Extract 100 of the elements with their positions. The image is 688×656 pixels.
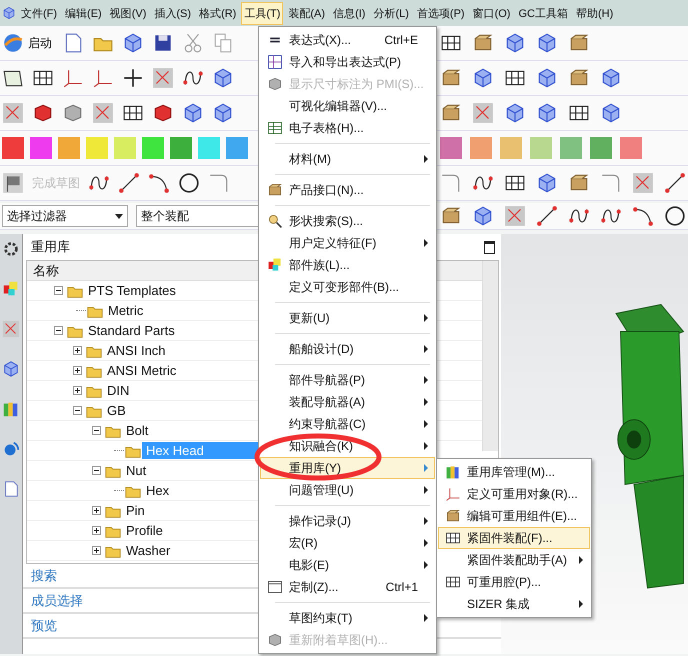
color-swatch[interactable]: [530, 137, 552, 159]
color-swatch[interactable]: [440, 137, 462, 159]
menu-item[interactable]: 形状搜索(S)...: [260, 210, 435, 232]
crossed-box-icon[interactable]: [2, 320, 20, 338]
globe-icon[interactable]: [2, 32, 24, 54]
cube-icon[interactable]: [504, 102, 526, 124]
menu-item[interactable]: 部件导航器(P): [260, 369, 435, 391]
menu-item[interactable]: 产品接口(N)...: [260, 179, 435, 201]
cube-icon[interactable]: [182, 102, 204, 124]
cube-icon[interactable]: [122, 32, 144, 54]
tree-item[interactable]: Pin: [122, 502, 149, 519]
selection-filter-dropdown[interactable]: 选择过滤器: [2, 205, 128, 227]
menu-item[interactable]: 格式(R): [196, 2, 240, 24]
circle-icon[interactable]: [664, 205, 686, 227]
cube-icon[interactable]: [152, 102, 174, 124]
menu-item[interactable]: 用户定义特征(F): [260, 232, 435, 254]
expand-icon[interactable]: [92, 506, 101, 515]
tree-item[interactable]: ANSI Inch: [103, 342, 170, 359]
tree-item[interactable]: ANSI Metric: [103, 362, 180, 379]
menu-item[interactable]: 视图(V): [106, 2, 150, 24]
menu-item[interactable]: 分析(L): [370, 2, 412, 24]
color-swatch[interactable]: [170, 137, 192, 159]
crossed-box-icon[interactable]: [632, 172, 654, 194]
collapse-icon[interactable]: [54, 326, 63, 335]
menu-item[interactable]: 编辑可重用组件(E)...: [438, 505, 590, 527]
arc-icon[interactable]: [632, 205, 654, 227]
tree-item[interactable]: Metric: [104, 302, 148, 319]
tree-item[interactable]: PTS Templates: [84, 282, 180, 299]
menu-item[interactable]: 紧固件装配(F)...: [438, 527, 590, 549]
cube-icon[interactable]: [600, 67, 622, 89]
menu-item[interactable]: 工具(T): [241, 2, 284, 24]
menu-item[interactable]: 草图约束(T): [260, 607, 435, 629]
color-swatch[interactable]: [86, 137, 108, 159]
menu-item[interactable]: 装配(A): [285, 2, 328, 24]
menu-item[interactable]: 电影(E): [260, 554, 435, 576]
color-swatch[interactable]: [500, 137, 522, 159]
corner-icon[interactable]: [208, 172, 230, 194]
gear-icon[interactable]: [2, 240, 20, 258]
cube-icon[interactable]: [2, 360, 20, 378]
menu-item[interactable]: 窗口(O): [470, 2, 514, 24]
tree-item[interactable]: Standard Parts: [84, 322, 179, 339]
scrollbar[interactable]: [482, 261, 498, 451]
flag-icon[interactable]: [2, 172, 24, 194]
color-swatch[interactable]: [590, 137, 612, 159]
info-icon[interactable]: [2, 440, 20, 458]
menu-item[interactable]: 首选项(P): [414, 2, 468, 24]
menu-item[interactable]: SIZER 集成: [438, 593, 590, 615]
menu-item[interactable]: 导入和导出表达式(P): [260, 51, 435, 73]
color-swatch[interactable]: [226, 137, 248, 159]
crossed-box-icon[interactable]: [152, 67, 174, 89]
menu-item[interactable]: 文件(F): [18, 2, 60, 24]
expand-icon[interactable]: [92, 546, 101, 555]
document-icon[interactable]: [2, 480, 20, 498]
crossed-box-icon[interactable]: [92, 102, 114, 124]
color-swatch[interactable]: [198, 137, 220, 159]
menu-item[interactable]: 电子表格(H)...: [260, 117, 435, 139]
color-swatch[interactable]: [58, 137, 80, 159]
assembly-scope-dropdown[interactable]: 整个装配: [136, 205, 258, 227]
menu-item[interactable]: 表达式(X)... Ctrl+E: [260, 29, 435, 51]
overlapping-squares-icon[interactable]: [2, 280, 20, 298]
color-swatch[interactable]: [2, 137, 24, 159]
expand-icon[interactable]: [73, 346, 82, 355]
color-swatch[interactable]: [114, 137, 136, 159]
cube-icon[interactable]: [32, 102, 54, 124]
menu-item[interactable]: 宏(R): [260, 532, 435, 554]
circle-icon[interactable]: [178, 172, 200, 194]
menu-item[interactable]: 问题管理(U): [260, 479, 435, 501]
collapse-icon[interactable]: [92, 426, 101, 435]
menu-item[interactable]: 定义可重用对象(R)...: [438, 483, 590, 505]
color-swatch[interactable]: [142, 137, 164, 159]
menu-item[interactable]: 编辑(E): [62, 2, 105, 24]
cube-icon[interactable]: [62, 102, 84, 124]
color-swatch[interactable]: [620, 137, 642, 159]
cube-icon[interactable]: [472, 205, 494, 227]
color-swatch[interactable]: [560, 137, 582, 159]
cube-icon[interactable]: [536, 172, 558, 194]
tree-item[interactable]: Profile: [122, 522, 167, 539]
line-icon[interactable]: [536, 205, 558, 227]
menu-item[interactable]: 船舶设计(D): [260, 338, 435, 360]
menu-item[interactable]: 材料(M): [260, 148, 435, 170]
menu-item[interactable]: 约束导航器(C): [260, 413, 435, 435]
tree-item[interactable]: GB: [103, 402, 130, 419]
tree-item[interactable]: DIN: [103, 382, 134, 399]
cube-icon[interactable]: [536, 102, 558, 124]
start-button[interactable]: 启动: [26, 32, 54, 54]
line-icon[interactable]: [664, 172, 686, 194]
menu-item[interactable]: 定制(Z)... Ctrl+1: [260, 576, 435, 598]
cube-icon[interactable]: [504, 32, 526, 54]
cube-icon[interactable]: [600, 102, 622, 124]
color-swatch[interactable]: [470, 137, 492, 159]
arc-icon[interactable]: [148, 172, 170, 194]
cube-icon[interactable]: [536, 67, 558, 89]
expand-icon[interactable]: [92, 526, 101, 535]
cube-icon[interactable]: [472, 67, 494, 89]
menu-item[interactable]: 知识融合(K): [260, 435, 435, 457]
menu-item[interactable]: 帮助(H): [572, 2, 616, 24]
collapse-icon[interactable]: [73, 406, 82, 415]
tree-item[interactable]: Washer: [122, 542, 174, 559]
menu-item[interactable]: 更新(U): [260, 307, 435, 329]
menu-item[interactable]: 信息(I): [330, 2, 368, 24]
